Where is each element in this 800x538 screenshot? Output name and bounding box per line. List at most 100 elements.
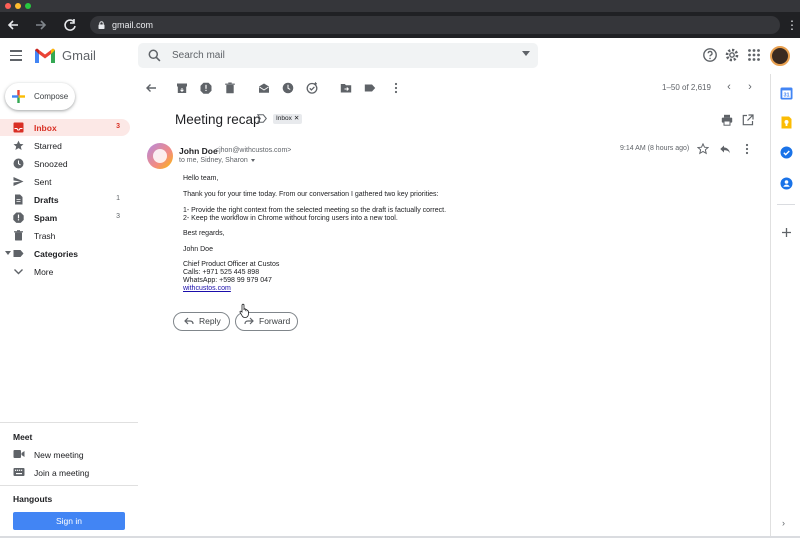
body-closing: Best regards, <box>183 230 225 237</box>
reply-button[interactable]: Reply <box>173 312 230 331</box>
maximize-window-button[interactable] <box>25 3 31 9</box>
reply-icon[interactable] <box>719 143 731 155</box>
body-greeting: Hello team, <box>183 175 219 182</box>
sign-in-button[interactable]: Sign in <box>13 512 125 530</box>
address-bar[interactable]: gmail.com <box>90 16 780 34</box>
signature-website-link[interactable]: withcustos.com <box>183 285 231 293</box>
inbox-label-chip[interactable]: Inbox ✕ <box>273 114 303 124</box>
compose-plus-icon <box>12 90 25 103</box>
sidebar-item-inbox[interactable]: Inbox 3 <box>0 119 130 136</box>
sidebar-item-label: Spam <box>34 213 58 223</box>
delete-icon[interactable] <box>224 82 236 94</box>
settings-gear-icon[interactable] <box>724 47 740 63</box>
send-icon <box>13 177 24 186</box>
add-to-tasks-icon[interactable] <box>306 82 318 94</box>
contacts-icon[interactable] <box>780 177 793 190</box>
account-avatar[interactable] <box>770 46 790 66</box>
report-spam-icon[interactable] <box>200 82 212 94</box>
help-icon[interactable] <box>702 47 718 63</box>
label-tag-icon[interactable] <box>364 82 376 94</box>
body-point-1: 1- Provide the right context from the se… <box>183 207 447 214</box>
gmail-header: Gmail Search mail <box>0 38 800 74</box>
forward-arrow-icon[interactable] <box>32 16 50 34</box>
sidebar-item-label: More <box>34 267 54 277</box>
apps-grid-icon[interactable] <box>746 47 762 63</box>
message-more-icon[interactable] <box>741 143 753 155</box>
calendar-icon[interactable]: 31 <box>780 87 793 100</box>
more-options-icon[interactable] <box>390 82 402 94</box>
sidebar-item-categories[interactable]: Categories <box>0 245 130 262</box>
expand-arrow-icon[interactable] <box>5 251 11 256</box>
sender-email: <jhon@withcustos.com> <box>215 147 292 154</box>
snooze-clock-icon[interactable] <box>282 82 294 94</box>
sidebar-item-spam[interactable]: Spam 3 <box>0 209 130 226</box>
close-window-button[interactable] <box>5 3 11 9</box>
gmail-logo-icon <box>35 48 55 63</box>
compose-button[interactable]: Compose <box>5 83 75 110</box>
forward-label: Forward <box>259 316 291 326</box>
signature-name: John Doe <box>183 246 213 253</box>
newer-chevron-left-icon[interactable]: ‹ <box>724 81 734 93</box>
svg-text:31: 31 <box>783 93 789 99</box>
sidebar-item-sent[interactable]: Sent <box>0 173 130 190</box>
show-details-icon <box>250 158 255 162</box>
sender-avatar[interactable] <box>147 143 173 169</box>
sidebar-item-label: Inbox <box>34 123 57 133</box>
new-meeting-item[interactable]: New meeting <box>0 446 130 463</box>
star-icon[interactable] <box>697 143 709 155</box>
move-to-folder-icon[interactable] <box>340 82 352 94</box>
archive-icon[interactable] <box>176 82 188 94</box>
older-chevron-right-icon[interactable]: › <box>745 81 755 93</box>
join-meeting-item[interactable]: Join a meeting <box>0 464 130 481</box>
expand-side-panel-chevron-icon[interactable]: › <box>782 518 790 528</box>
keep-icon[interactable] <box>780 116 793 129</box>
hangouts-section-title: Hangouts <box>13 494 53 504</box>
email-view: 1–50 of 2,619 ‹ › Meeting recap Inbox ✕ J… <box>138 74 770 538</box>
keyboard-icon <box>13 468 25 476</box>
sidebar-item-drafts[interactable]: Drafts 1 <box>0 191 130 208</box>
side-panel: 31 › <box>770 74 800 538</box>
sidebar-item-label: Drafts <box>34 195 59 205</box>
sidebar-item-label: Starred <box>34 141 62 151</box>
print-icon[interactable] <box>721 114 733 126</box>
back-arrow-icon[interactable] <box>4 16 22 34</box>
get-addons-plus-icon[interactable] <box>780 226 793 239</box>
recipients-text: to me, Sidney, Sharon <box>179 157 248 164</box>
chevron-down-icon <box>14 269 23 275</box>
signature-calls: Calls: +971 525 445 898 <box>183 269 260 276</box>
sidebar-item-starred[interactable]: Starred <box>0 137 130 154</box>
browser-menu-icon[interactable]: ⋮ <box>786 16 798 34</box>
video-camera-icon <box>13 450 25 458</box>
sidebar-item-label: Sent <box>34 177 52 187</box>
rail-divider <box>777 204 795 205</box>
gmail-wordmark: Gmail <box>62 48 96 63</box>
sidebar-item-trash[interactable]: Trash <box>0 227 130 244</box>
pagination-count: 1–50 of 2,619 <box>662 83 711 92</box>
tasks-icon[interactable] <box>780 146 793 159</box>
left-sidebar: Compose Inbox 3 Starred Snoozed Sent Dra… <box>0 74 138 538</box>
sidebar-divider <box>0 485 138 486</box>
email-timestamp: 9:14 AM (8 hours ago) <box>620 145 690 152</box>
search-options-icon[interactable] <box>522 51 530 56</box>
address-bar-url: gmail.com <box>112 20 154 30</box>
sidebar-item-snoozed[interactable]: Snoozed <box>0 155 130 172</box>
sidebar-item-label: Categories <box>34 249 78 259</box>
lock-icon <box>98 21 105 29</box>
remove-label-icon[interactable]: ✕ <box>294 115 299 122</box>
browser-toolbar: gmail.com ⋮ <box>0 12 800 38</box>
new-meeting-label: New meeting <box>34 450 84 460</box>
main-menu-icon[interactable] <box>10 50 22 61</box>
search-input[interactable]: Search mail <box>172 50 225 61</box>
open-new-window-icon[interactable] <box>742 114 754 126</box>
minimize-window-button[interactable] <box>15 3 21 9</box>
sidebar-item-label: Snoozed <box>34 159 68 169</box>
search-bar[interactable]: Search mail <box>138 43 538 68</box>
reply-label: Reply <box>199 316 221 326</box>
sidebar-item-more[interactable]: More <box>0 263 130 280</box>
reload-icon[interactable] <box>61 16 79 34</box>
label-chip-text: Inbox <box>276 115 292 122</box>
back-to-inbox-icon[interactable] <box>145 82 157 94</box>
mark-unread-icon[interactable] <box>258 82 270 94</box>
recipients-toggle[interactable]: to me, Sidney, Sharon <box>179 157 255 164</box>
importance-marker-icon[interactable] <box>257 114 267 123</box>
